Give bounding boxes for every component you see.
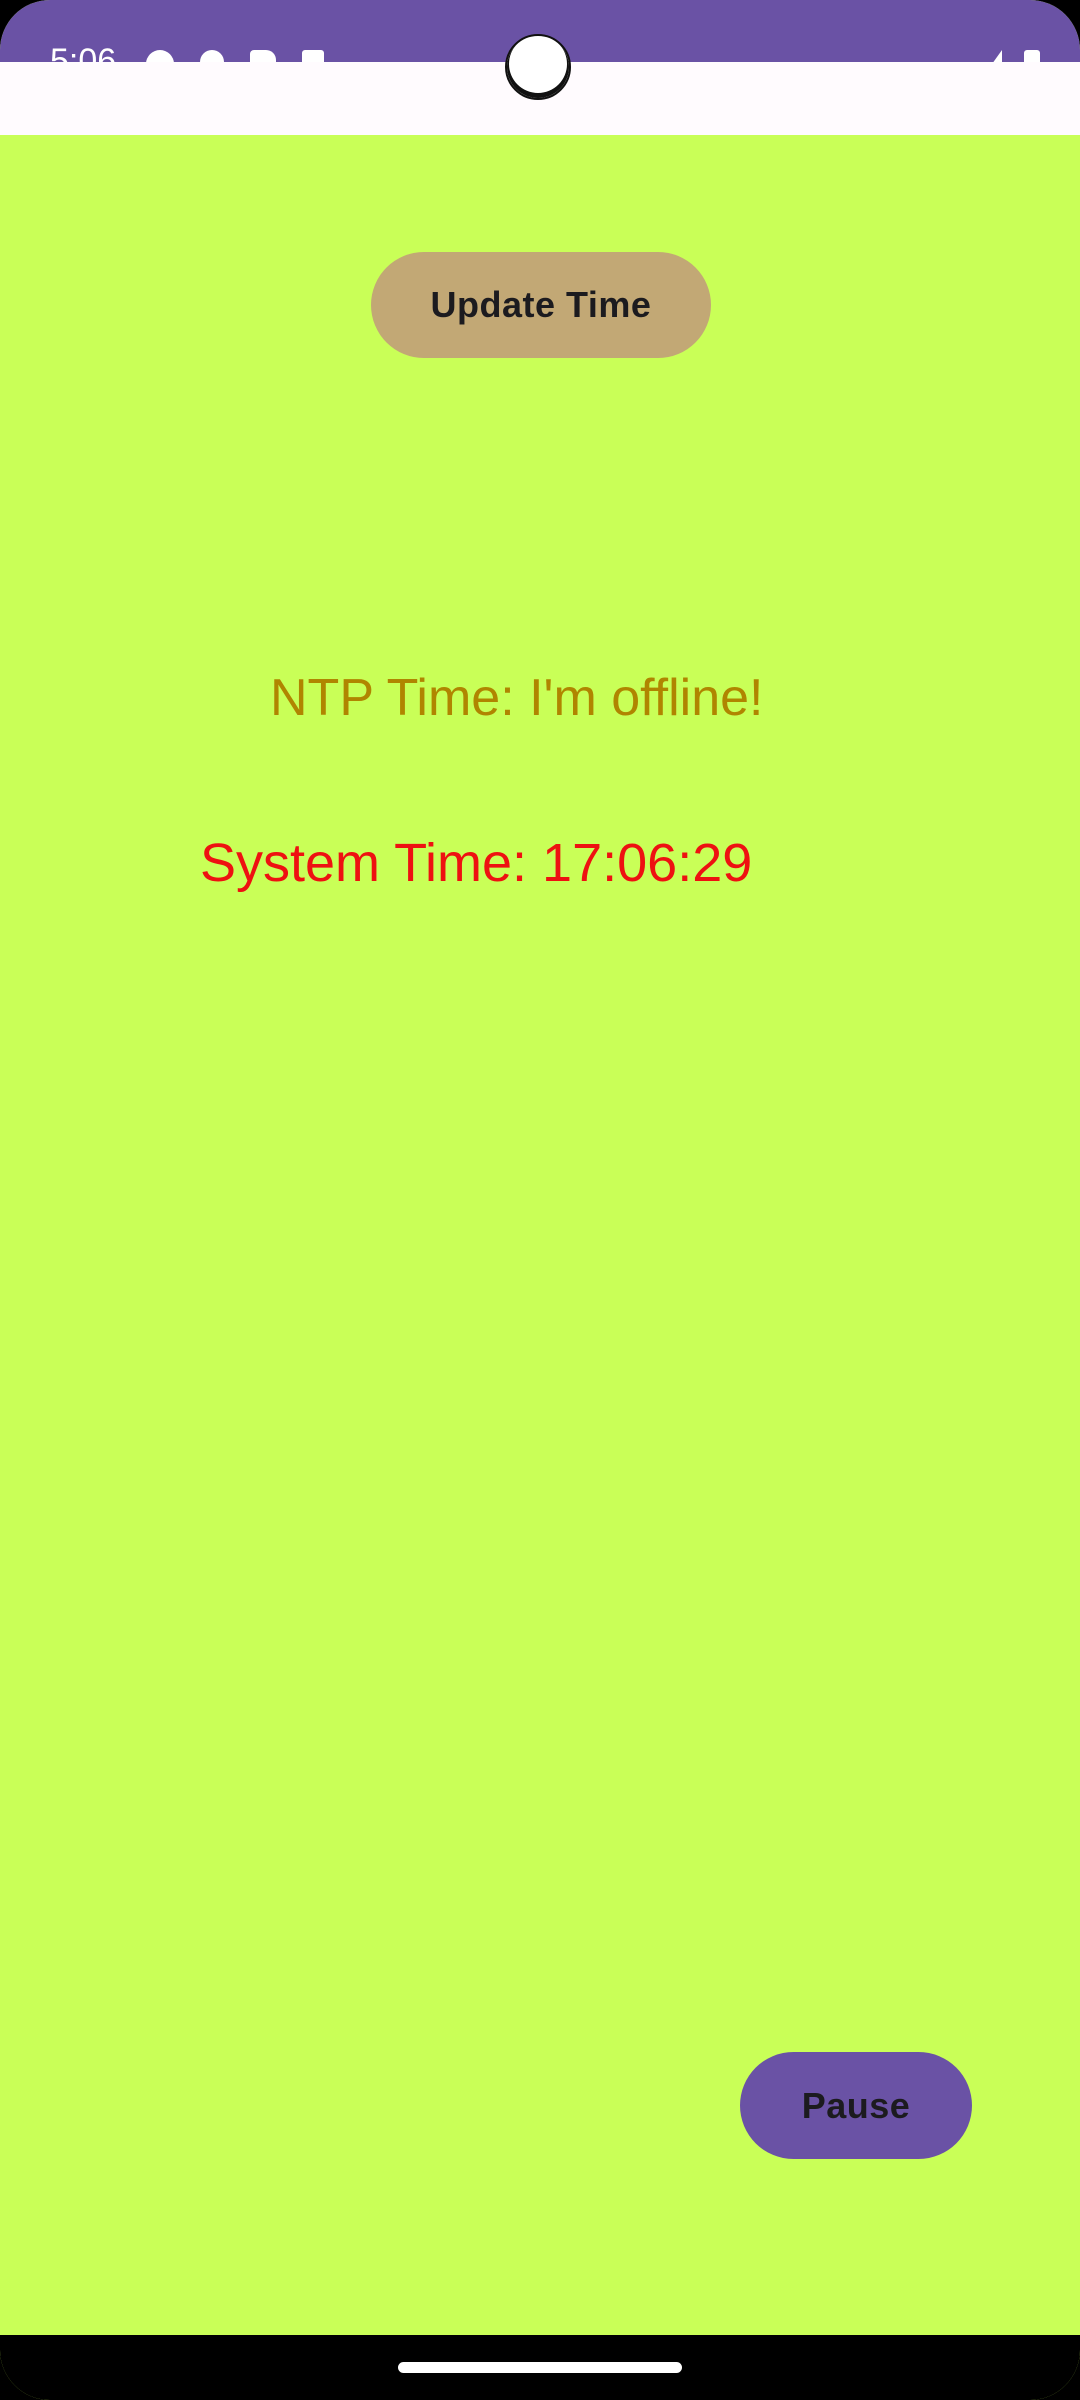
- update-time-button[interactable]: Update Time: [371, 252, 711, 358]
- shield-icon: [146, 50, 174, 62]
- sd-card-icon: [250, 50, 276, 62]
- status-icons-left: [146, 50, 324, 62]
- battery-icon: [1024, 50, 1040, 62]
- wifi-icon: [200, 50, 224, 62]
- system-time-label: System Time: 17:06:29: [200, 833, 753, 893]
- home-indicator[interactable]: [398, 2362, 682, 2373]
- message-icon: [302, 50, 324, 62]
- phone-screen: 5:06 Update Time NTP Time: I'm offline! …: [0, 0, 1080, 2400]
- pause-button[interactable]: Pause: [740, 2052, 972, 2159]
- signal-icon: [982, 50, 1002, 62]
- navigation-bar: [0, 2335, 1080, 2400]
- camera-cutout: [505, 34, 571, 100]
- main-content: [0, 135, 1080, 2335]
- status-icons-right: [982, 50, 1040, 62]
- status-time: 5:06: [50, 44, 116, 62]
- ntp-time-label: NTP Time: I'm offline!: [270, 669, 764, 727]
